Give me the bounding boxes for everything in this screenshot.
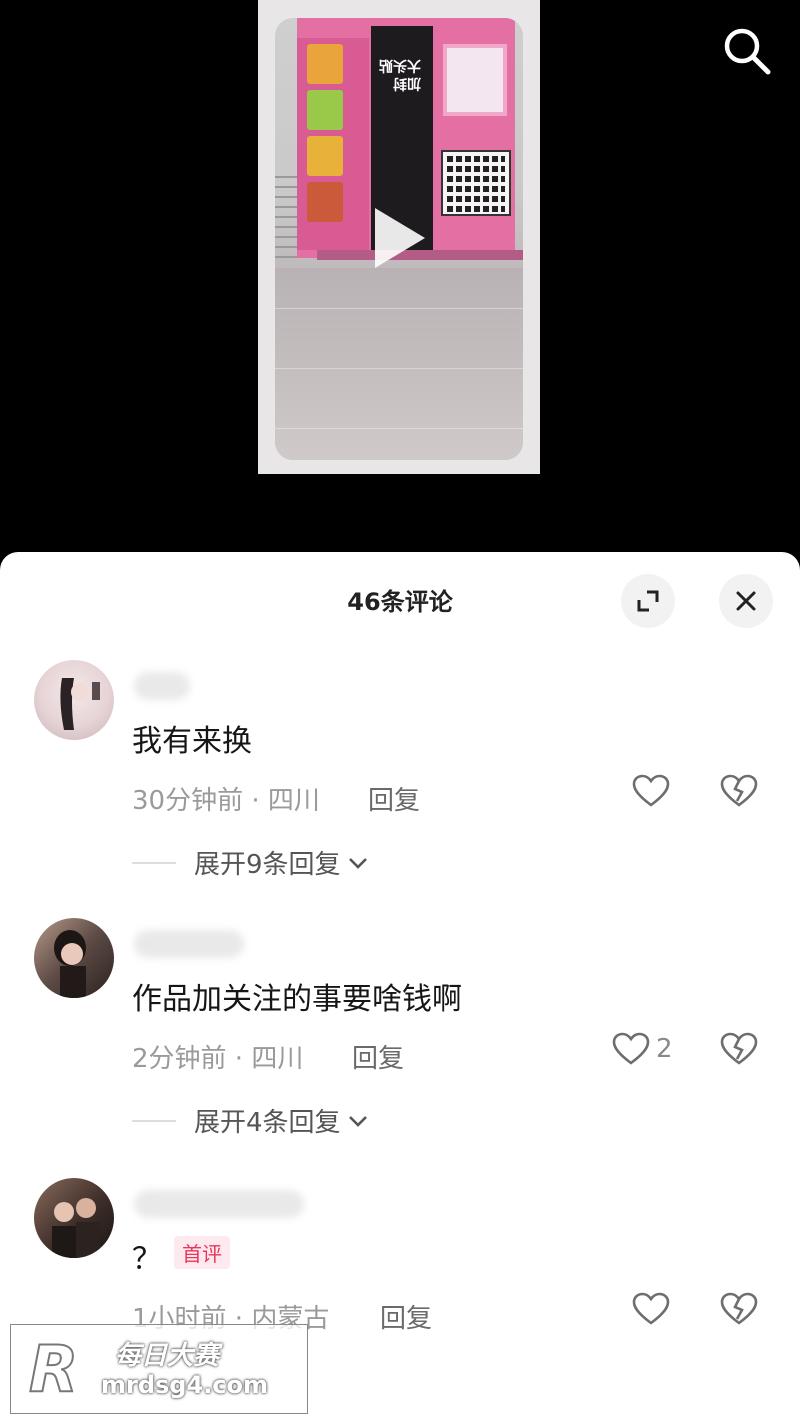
floor [275,268,523,460]
heart-icon [632,1292,670,1325]
comment-meta: 30分钟前 · 四川 [132,786,320,816]
username-blurred [134,930,244,958]
comment-text: ？ [132,1242,162,1277]
expand-replies-label: 展开4条回复 [194,1108,341,1138]
like-button[interactable] [632,1292,676,1326]
expand-replies[interactable]: 展开9条回复 [132,844,371,881]
comment-meta: 2分钟前 · 四川 [132,1044,304,1074]
reply-button[interactable]: 回复 [368,780,420,817]
reply-button[interactable]: 回复 [380,1298,432,1335]
expand-replies[interactable]: 展开4条回复 [132,1102,371,1139]
broken-heart-icon [720,1032,758,1065]
reply-button[interactable]: 回复 [352,1038,404,1075]
kiosk-screen [443,44,507,116]
first-comment-badge: 首评 [174,1236,230,1269]
comment-count-title: 46条评论 [347,588,453,616]
expand-icon [637,590,659,612]
display-rack [275,168,297,258]
like-button[interactable] [632,774,676,808]
heart-icon [612,1032,650,1065]
watermark-url: mrdsg4.com [101,1371,269,1399]
avatar[interactable] [34,660,114,740]
kiosk-sign: 加封 大头贴 [379,57,421,91]
expand-replies-label: 展开9条回复 [194,850,341,880]
username-blurred [134,1190,304,1218]
comment-text: 我有来换 [132,724,252,759]
watermark-logo: R [28,1332,79,1408]
dislike-button[interactable] [720,774,758,812]
play-icon[interactable] [375,208,425,268]
watermark: R 每日大赛 mrdsg4.com [10,1324,308,1414]
video-player[interactable]: 加封 大头贴 [0,0,800,560]
watermark-title: 每日大赛 [115,1341,220,1371]
avatar[interactable] [34,1178,114,1258]
username-blurred [134,672,190,700]
comment-sheet: 46条评论 我有来换 30分钟前 · 四川 回复 展开9条回复 作品加关注的事要… [0,552,800,1422]
chevron-down-icon [348,857,367,869]
dislike-button[interactable] [720,1292,758,1330]
chevron-down-icon [348,1115,367,1127]
broken-heart-icon [720,774,758,807]
search-icon[interactable] [722,26,772,76]
comment-text: 作品加关注的事要啥钱啊 [132,982,462,1017]
broken-heart-icon [720,1292,758,1325]
kiosk-price-menu [441,150,511,216]
like-button[interactable]: 2 [612,1032,673,1066]
dislike-button[interactable] [720,1032,758,1070]
close-button[interactable] [719,574,773,628]
like-count: 2 [656,1034,673,1064]
expand-button[interactable] [621,574,675,628]
close-icon [736,591,756,611]
avatar[interactable] [34,918,114,998]
heart-icon [632,774,670,807]
